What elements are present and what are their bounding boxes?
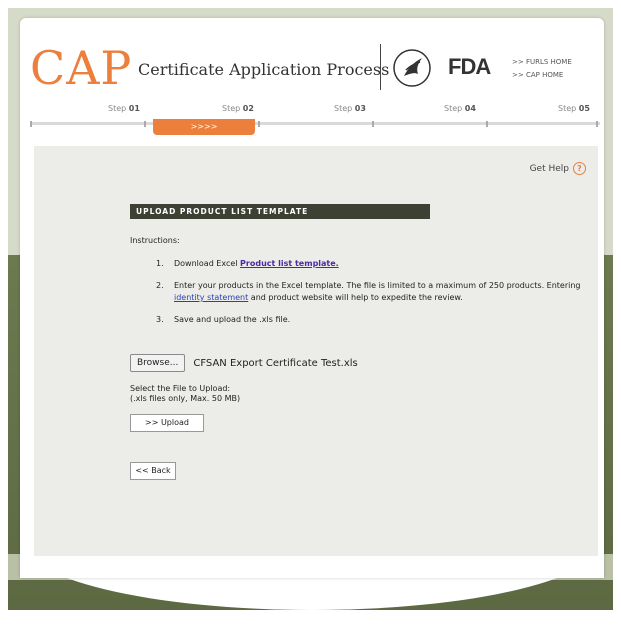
instruction-item: 2. Enter your products in the Excel temp… — [156, 281, 581, 302]
question-icon: ? — [573, 162, 586, 175]
get-help-label: Get Help — [529, 163, 569, 174]
rail-tick — [596, 121, 598, 127]
instruction-item: 3. Save and upload the .xls file. — [156, 315, 291, 324]
selected-filename: CFSAN Export Certificate Test.xls — [193, 357, 358, 369]
step-progress: Step 01 Step 02 Step 03 Step 04 Step 05 … — [30, 104, 600, 144]
file-input: Browse... CFSAN Export Certificate Test.… — [130, 354, 358, 372]
back-button[interactable]: << Back — [130, 462, 176, 480]
rail-tick — [372, 121, 374, 127]
fda-logo: FDA — [448, 54, 491, 79]
rail-tick — [486, 121, 488, 127]
instructions-list: 1. Download Excel Product list template.… — [156, 258, 586, 336]
browse-button[interactable]: Browse... — [130, 354, 186, 372]
identity-statement-link[interactable]: identity statement — [174, 293, 248, 302]
rail-tick — [258, 121, 260, 127]
step-05: Step 05 — [558, 104, 590, 113]
furls-home-link[interactable]: >> FURLS HOME — [512, 56, 572, 69]
brand-title: Certificate Application Process — [138, 60, 390, 79]
header-links: >> FURLS HOME >> CAP HOME — [512, 56, 572, 82]
progress-rail — [30, 122, 600, 125]
current-step-indicator: >>>> — [153, 119, 255, 135]
brand-acronym: CAP — [30, 41, 133, 95]
step-01: Step 01 — [108, 104, 140, 113]
upload-button[interactable]: >> Upload — [130, 414, 204, 432]
step-04: Step 04 — [444, 104, 476, 113]
hhs-eagle-icon — [393, 49, 431, 87]
instructions-label: Instructions: — [130, 236, 180, 245]
step-03: Step 03 — [334, 104, 366, 113]
rail-tick — [30, 121, 32, 127]
instruction-item: 1. Download Excel Product list template. — [156, 259, 339, 268]
header-divider — [380, 44, 381, 90]
main-panel: Get Help ? UPLOAD PRODUCT LIST TEMPLATE … — [34, 146, 598, 556]
rail-tick — [144, 121, 146, 127]
section-title: UPLOAD PRODUCT LIST TEMPLATE — [130, 204, 430, 219]
get-help-link[interactable]: Get Help ? — [530, 162, 586, 175]
cap-home-link[interactable]: >> CAP HOME — [512, 69, 572, 82]
product-list-template-link[interactable]: Product list template. — [240, 259, 339, 268]
file-upload-hint: Select the File to Upload: (.xls files o… — [130, 384, 241, 403]
step-02: Step 02 — [222, 104, 254, 113]
